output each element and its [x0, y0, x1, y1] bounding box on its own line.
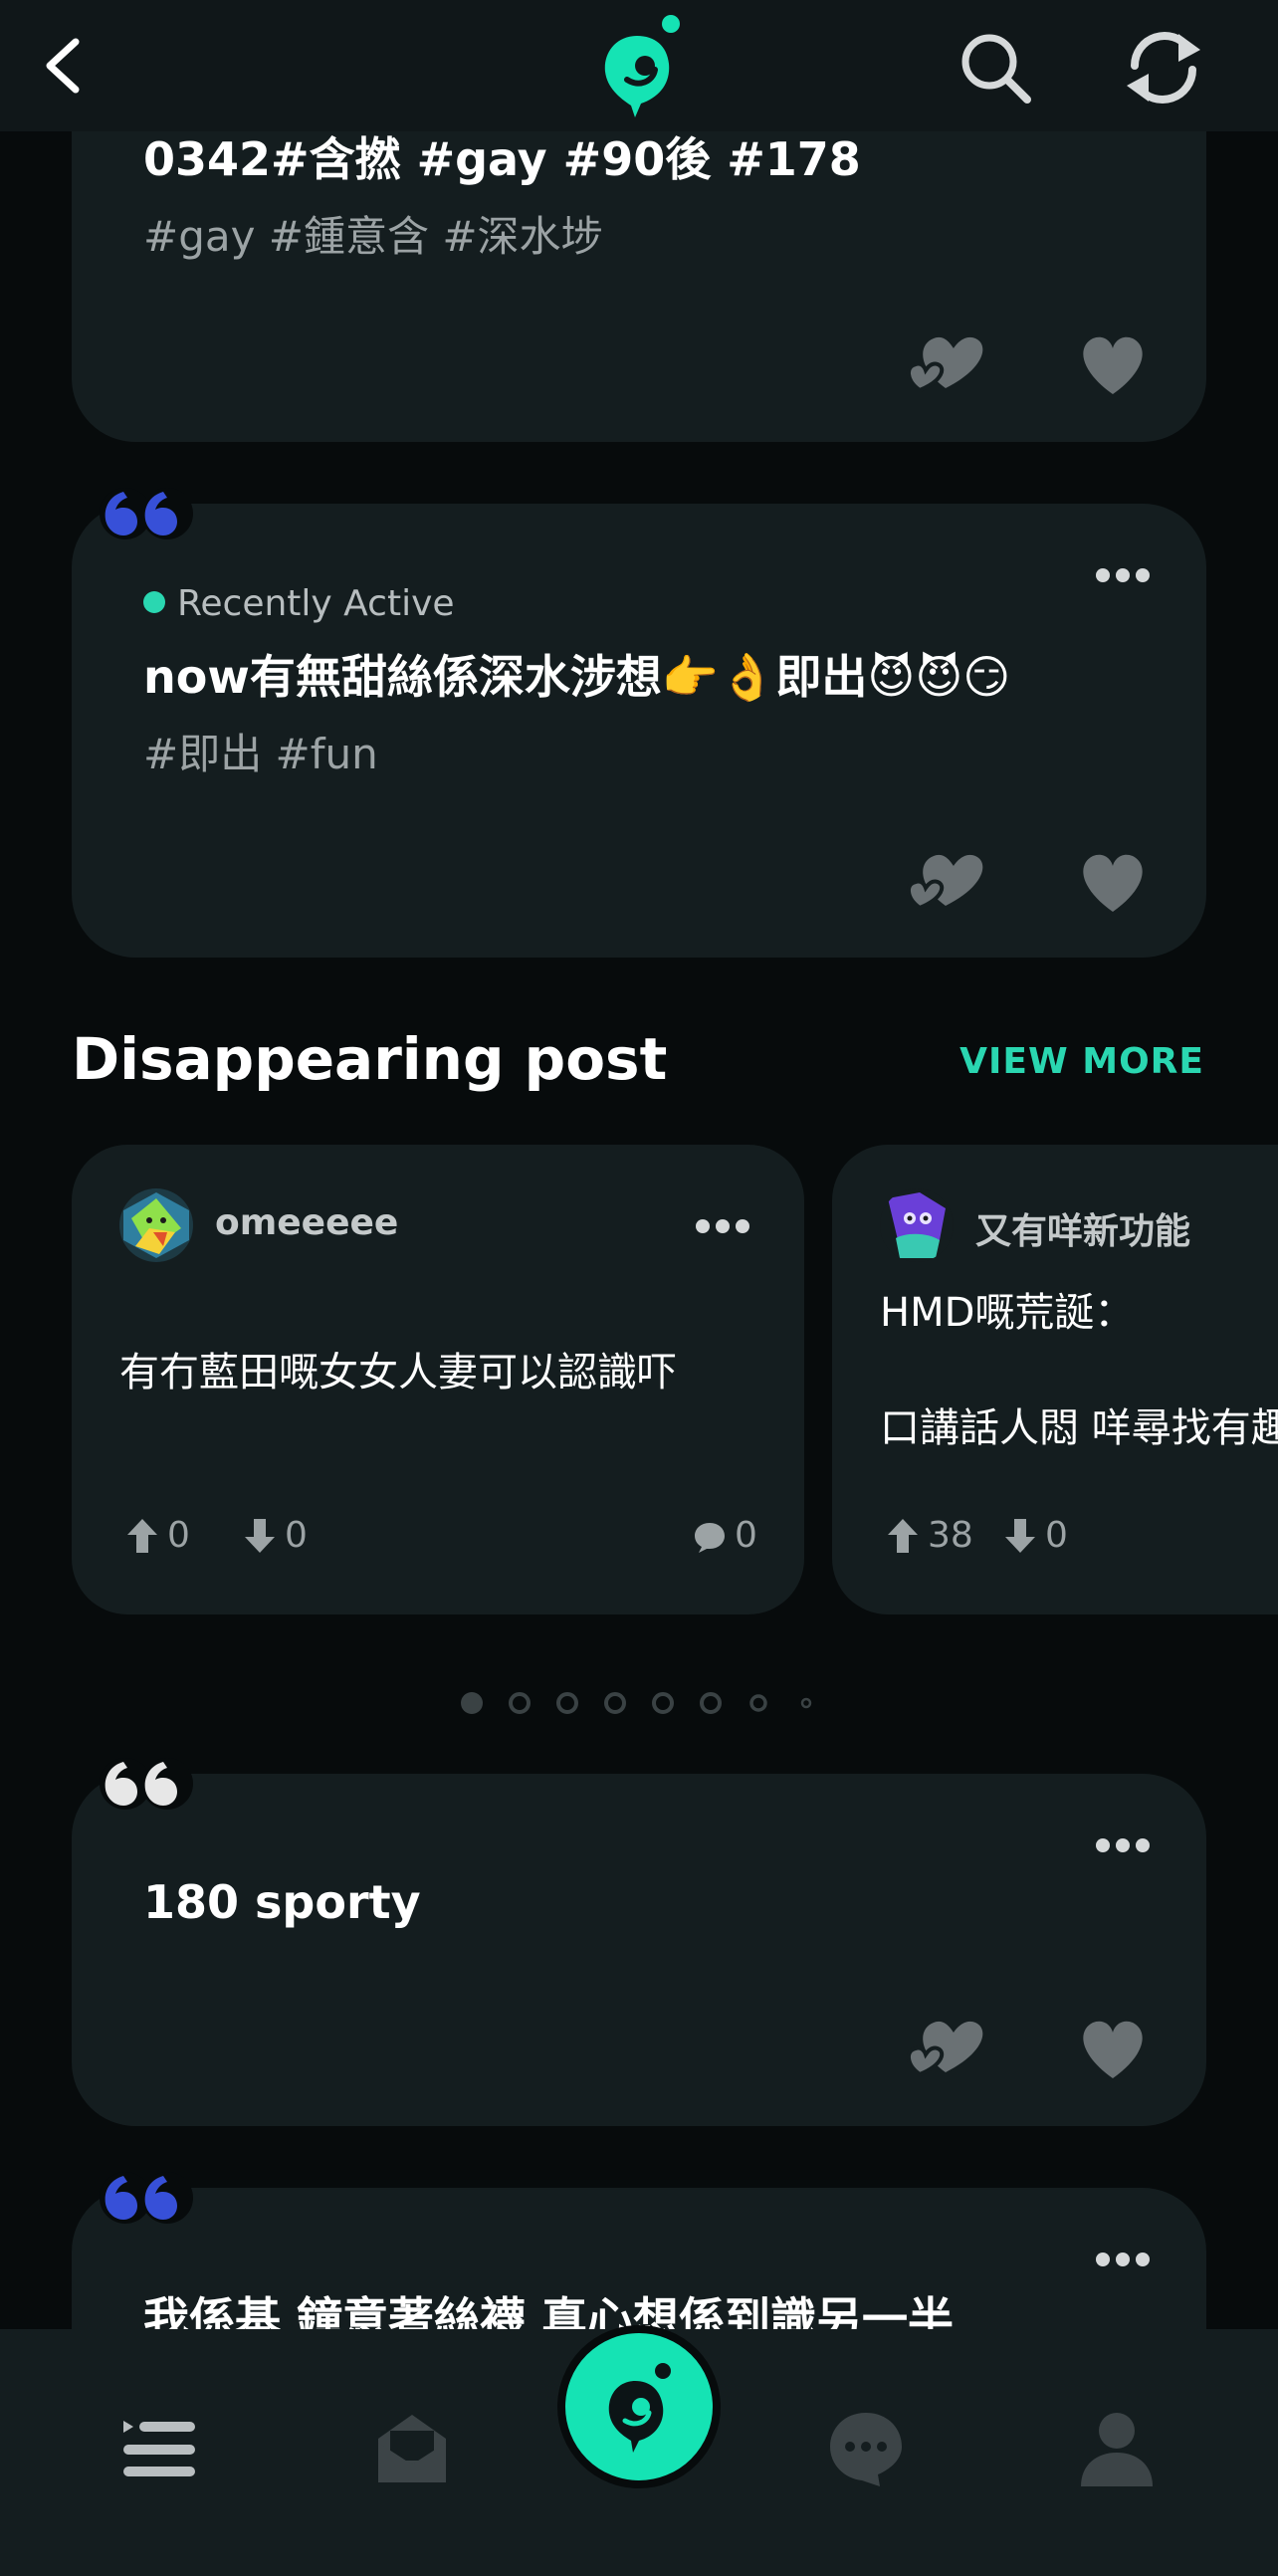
pager-dot: [800, 1697, 812, 1709]
status-label: Recently Active: [177, 583, 455, 624]
upvote-count: 38: [928, 1515, 973, 1556]
post-tags: #即出 #fun: [143, 730, 378, 778]
recently-active-status: Recently Active: [143, 583, 455, 624]
match-hearts-icon[interactable]: [898, 324, 987, 394]
match-hearts-icon[interactable]: [898, 2009, 987, 2078]
arrow-down-icon: [1005, 1518, 1035, 1553]
post-text: 有冇藍田嘅女女人妻可以認識吓: [119, 1350, 677, 1395]
avatar[interactable]: [880, 1188, 954, 1262]
comments-button[interactable]: 0: [693, 1515, 757, 1556]
post-title: 180 sporty: [143, 1875, 421, 1929]
pager-dot: [652, 1692, 674, 1714]
disappearing-post-card[interactable]: 又有咩新功能 HMD嘅荒誕： 口講話人悶 咩尋找有趣 38 0: [832, 1145, 1278, 1614]
feed-card[interactable]: Recently Active now有無甜絲係深水涉想👉👌即出😈😈😏 #即出 …: [72, 504, 1206, 958]
match-hearts-icon[interactable]: [898, 842, 987, 912]
arrow-up-icon: [888, 1518, 918, 1553]
more-options-icon[interactable]: [1093, 1835, 1153, 1855]
like-heart-icon[interactable]: [1073, 846, 1153, 916]
compose-button[interactable]: [557, 2325, 721, 2488]
pager-dot: [749, 1694, 767, 1712]
like-heart-icon[interactable]: [1073, 328, 1153, 398]
arrow-up-icon: [127, 1518, 157, 1553]
post-text-line-1: HMD嘅荒誕：: [880, 1290, 1135, 1336]
username[interactable]: omeeeee: [215, 1202, 398, 1243]
quote-icon: [100, 2172, 193, 2224]
arrow-down-icon: [245, 1518, 275, 1553]
like-heart-icon[interactable]: [1073, 2013, 1153, 2082]
upvote-button[interactable]: 38: [886, 1515, 973, 1556]
chat-icon[interactable]: [826, 2409, 906, 2488]
quote-icon: [100, 1758, 193, 1810]
post-title: 0342#含撚 #gay #90後 #178: [143, 132, 861, 186]
pager-dot: [509, 1692, 531, 1714]
carousel-pager[interactable]: [0, 1688, 1278, 1718]
more-options-icon[interactable]: [693, 1216, 752, 1236]
search-icon[interactable]: [956, 28, 1035, 107]
feed-card[interactable]: 180 sporty: [72, 1774, 1206, 2126]
upvote-count: 0: [167, 1515, 190, 1556]
profile-icon[interactable]: [1077, 2409, 1157, 2488]
refresh-icon[interactable]: [1119, 26, 1208, 109]
comment-count: 0: [735, 1515, 757, 1556]
post-text-line-2: 口講話人悶 咩尋找有趣: [880, 1405, 1278, 1451]
more-options-icon[interactable]: [1093, 565, 1153, 585]
view-more-link[interactable]: VIEW MORE: [959, 1041, 1204, 1082]
post-tags: #gay #鍾意含 #深水埗: [143, 212, 603, 261]
more-options-icon[interactable]: [1093, 2250, 1153, 2269]
comment-bubble-icon: [695, 1522, 725, 1553]
downvote-count: 0: [285, 1515, 308, 1556]
inbox-icon[interactable]: [372, 2409, 452, 2488]
downvote-button[interactable]: 0: [243, 1515, 308, 1556]
pager-dot: [604, 1692, 626, 1714]
post-title: now有無甜絲係深水涉想👉👌即出😈😈😏: [143, 650, 1011, 704]
section-title: Disappearing post: [72, 1025, 668, 1093]
app-logo-icon[interactable]: [597, 14, 687, 117]
downvote-count: 0: [1045, 1515, 1068, 1556]
pager-dot: [461, 1692, 483, 1714]
downvote-button[interactable]: 0: [1003, 1515, 1068, 1556]
online-dot-icon: [143, 591, 165, 613]
avatar[interactable]: [119, 1188, 193, 1262]
back-arrow-icon[interactable]: [30, 30, 102, 102]
pager-dot: [556, 1692, 578, 1714]
top-bar: [0, 0, 1278, 131]
upvote-button[interactable]: 0: [125, 1515, 190, 1556]
username[interactable]: 又有咩新功能: [975, 1202, 1190, 1254]
quote-icon: [100, 488, 193, 539]
disappearing-post-card[interactable]: omeeeee 有冇藍田嘅女女人妻可以認識吓 0 0 0: [72, 1145, 804, 1614]
pager-dot: [700, 1692, 722, 1714]
compose-icon: [608, 2363, 671, 2453]
feed-icon[interactable]: [119, 2409, 199, 2488]
